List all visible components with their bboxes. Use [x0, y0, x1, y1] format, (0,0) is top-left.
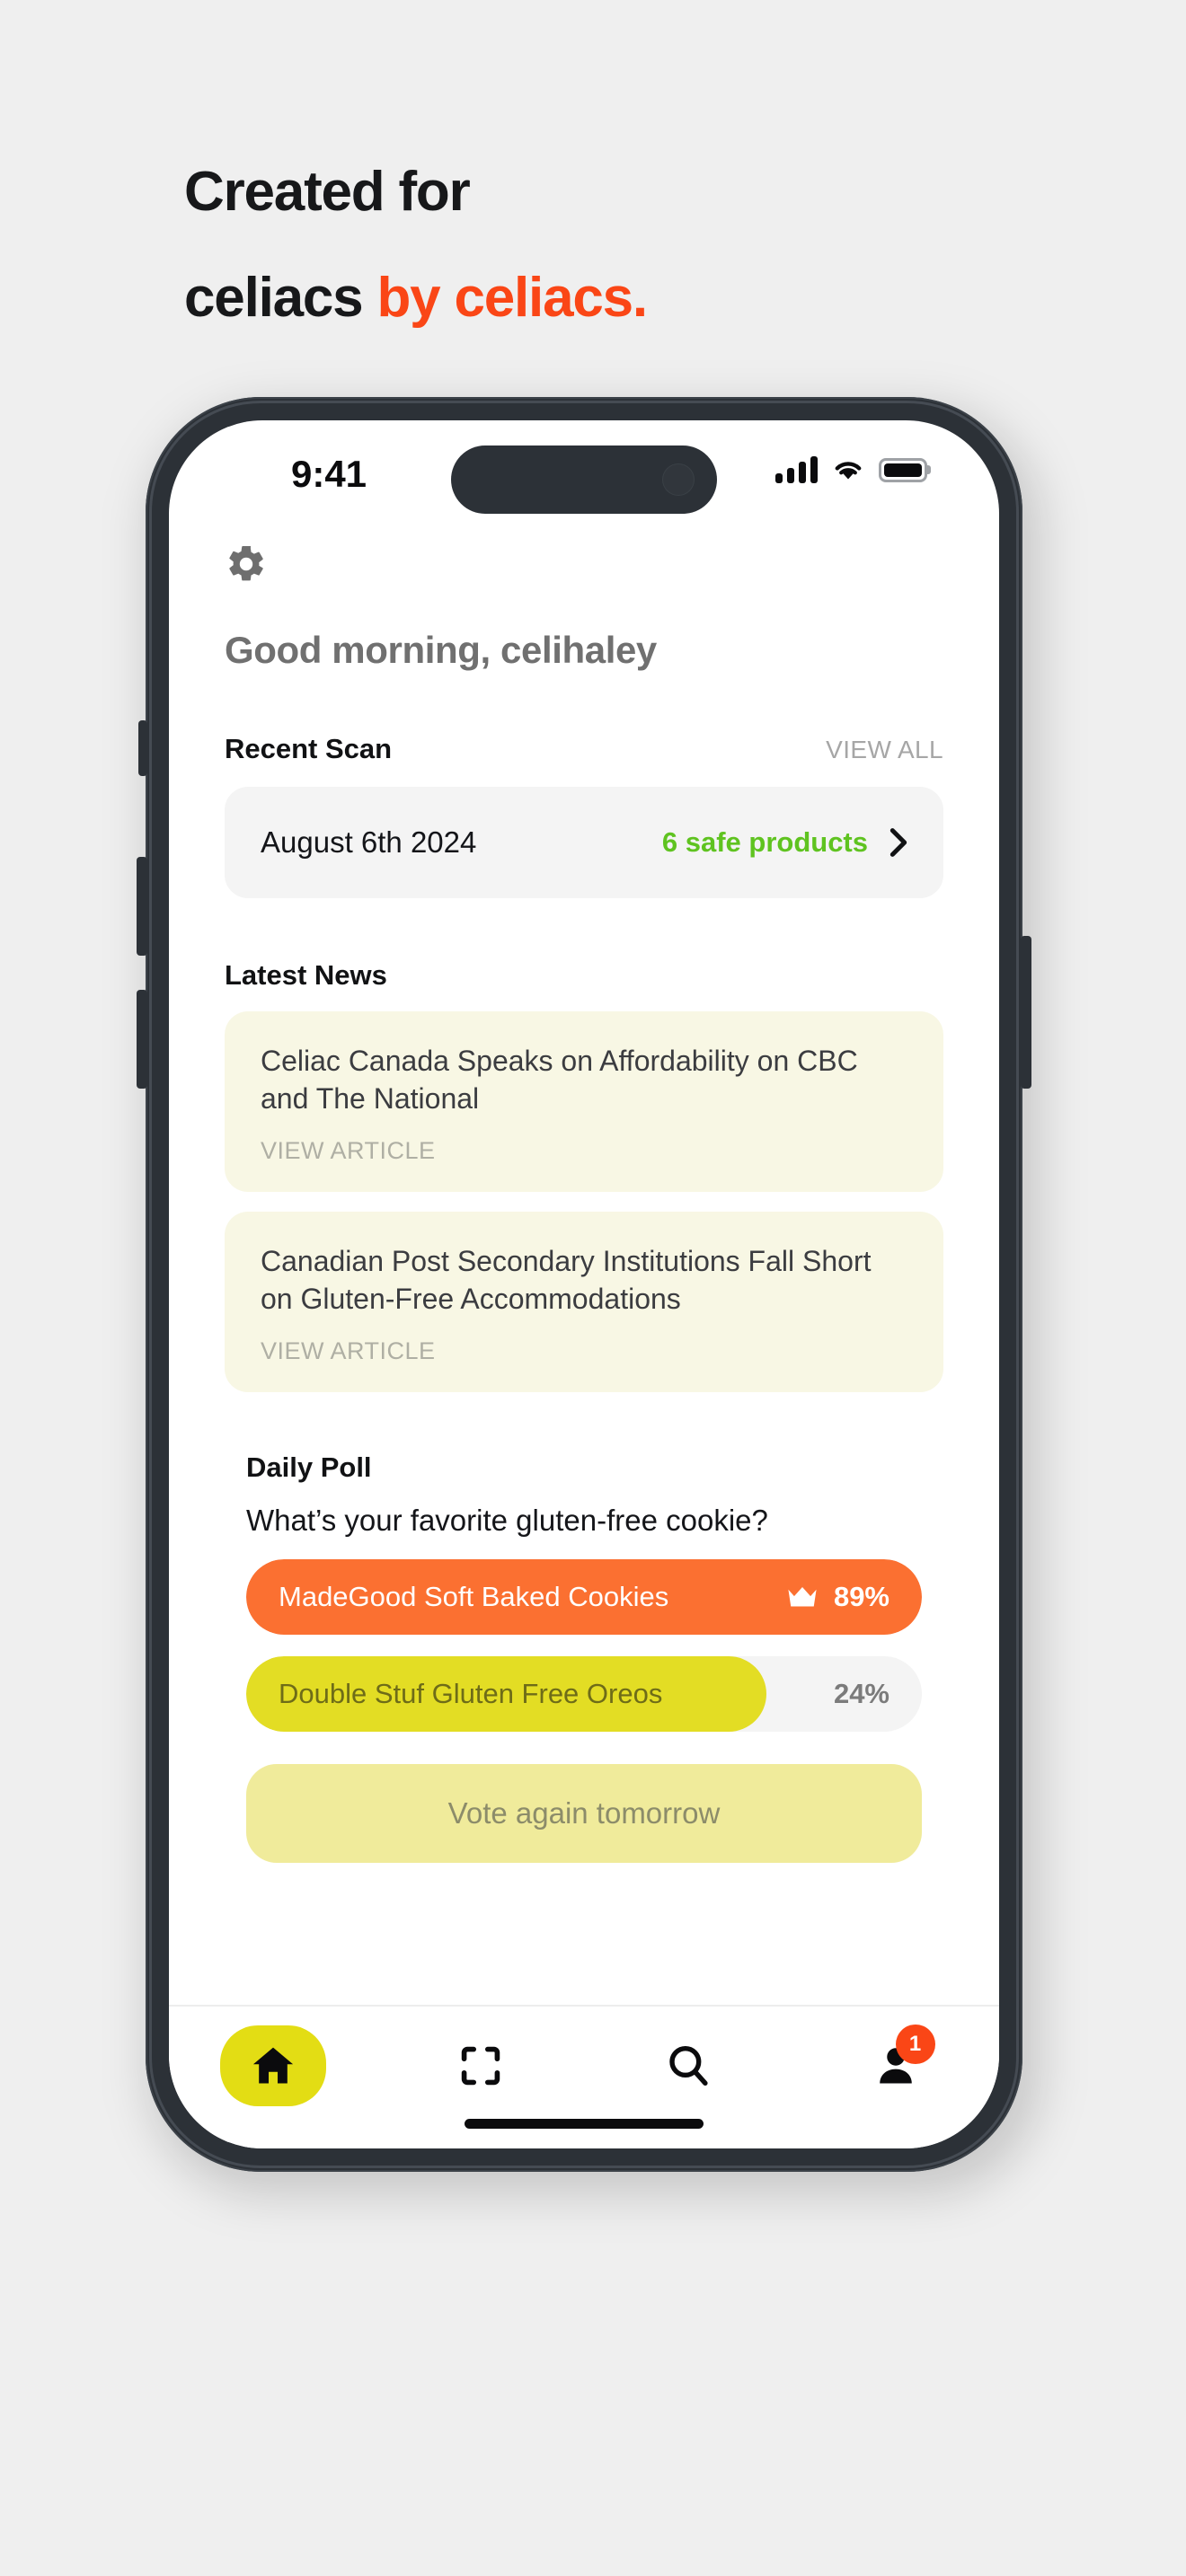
chevron-right-icon [890, 828, 907, 857]
recent-scan-header: Recent Scan VIEW ALL [225, 733, 943, 765]
settings-button[interactable] [225, 521, 943, 586]
app-scroll-content: Good morning, celihaley Recent Scan VIEW… [169, 521, 999, 2005]
poll-option-content: MadeGood Soft Baked Cookies 89% [246, 1559, 922, 1635]
poll-option-percent: 89% [833, 1581, 890, 1612]
latest-news-title: Latest News [225, 959, 387, 991]
headline-line-2-accent: by celiacs. [376, 267, 648, 329]
headline-line-2-plain: celiacs [184, 267, 377, 329]
poll-option-content: Double Stuf Gluten Free Oreos 24% [246, 1656, 922, 1732]
app-root: Good morning, celihaley Recent Scan VIEW… [169, 521, 999, 2148]
poll-option-result: 89% [787, 1581, 890, 1613]
phone-frame: 9:41 Good morning, celihaley Recent Scan… [137, 397, 1031, 2172]
battery-full-icon [879, 457, 927, 482]
scan-safe-count: 6 safe products [661, 826, 868, 858]
headline-line-1: Created for [184, 161, 471, 223]
home-indicator [465, 2119, 704, 2129]
status-icons [775, 456, 927, 483]
daily-poll-question: What’s your favorite gluten-free cookie? [246, 1504, 768, 1537]
phone-screen: 9:41 Good morning, celihaley Recent Scan… [169, 420, 999, 2148]
profile-notification-badge: 1 [895, 2025, 935, 2064]
volume-up-button[interactable] [137, 857, 147, 956]
poll-option-label: MadeGood Soft Baked Cookies [279, 1581, 669, 1612]
cellular-signal-icon [775, 456, 818, 483]
phone-mockup: 9:41 Good morning, celihaley Recent Scan… [135, 386, 1055, 2208]
view-article-link[interactable]: VIEW ARTICLE [261, 1137, 907, 1165]
scan-frame-icon [461, 2046, 500, 2086]
recent-scan-title: Recent Scan [225, 733, 393, 764]
poll-option-result: 24% [834, 1678, 890, 1710]
volume-down-button[interactable] [137, 990, 147, 1089]
dynamic-island [451, 446, 717, 514]
status-bar: 9:41 [169, 420, 999, 521]
hero-headline: Created for celiacs by celiacs. [184, 139, 1083, 351]
poll-option-label: Double Stuf Gluten Free Oreos [279, 1678, 663, 1709]
daily-poll: Daily Poll What’s your favorite gluten-f… [225, 1451, 943, 1863]
daily-poll-title: Daily Poll [246, 1451, 372, 1483]
tab-profile[interactable]: 1 [792, 2023, 999, 2109]
power-button[interactable] [1021, 936, 1031, 1089]
vote-again-button[interactable]: Vote again tomorrow [246, 1764, 922, 1863]
news-headline: Canadian Post Secondary Institutions Fal… [261, 1245, 872, 1315]
view-all-link[interactable]: VIEW ALL [826, 736, 943, 764]
crown-icon [788, 1586, 817, 1607]
latest-news-header: Latest News [225, 959, 943, 992]
tab-home-active-pill [219, 2025, 326, 2106]
poll-option-row[interactable]: Double Stuf Gluten Free Oreos 24% [246, 1656, 922, 1732]
front-camera-icon [663, 464, 694, 495]
status-time: 9:41 [290, 453, 367, 495]
news-headline: Celiac Canada Speaks on Affordability on… [261, 1045, 858, 1115]
home-icon [252, 2047, 293, 2084]
mute-switch[interactable] [138, 720, 147, 776]
news-card[interactable]: Canadian Post Secondary Institutions Fal… [225, 1212, 943, 1392]
wifi-icon [835, 462, 862, 480]
greeting-text: Good morning, celihaley [225, 629, 657, 671]
news-card[interactable]: Celiac Canada Speaks on Affordability on… [225, 1011, 943, 1192]
tab-scan[interactable] [376, 2023, 584, 2109]
tab-home[interactable] [169, 2023, 376, 2109]
recent-scan-card[interactable]: August 6th 2024 6 safe products [225, 787, 943, 898]
poll-option-row[interactable]: MadeGood Soft Baked Cookies 89% [246, 1559, 922, 1635]
tab-search[interactable] [584, 2023, 792, 2109]
headline-line-2: celiacs by celiacs. [184, 245, 1083, 351]
search-icon [668, 2045, 708, 2086]
view-article-link[interactable]: VIEW ARTICLE [261, 1337, 907, 1365]
poll-option-percent: 24% [833, 1678, 890, 1709]
scan-date: August 6th 2024 [261, 825, 477, 859]
gear-icon [229, 545, 263, 581]
scan-result-group: 6 safe products [662, 826, 907, 859]
